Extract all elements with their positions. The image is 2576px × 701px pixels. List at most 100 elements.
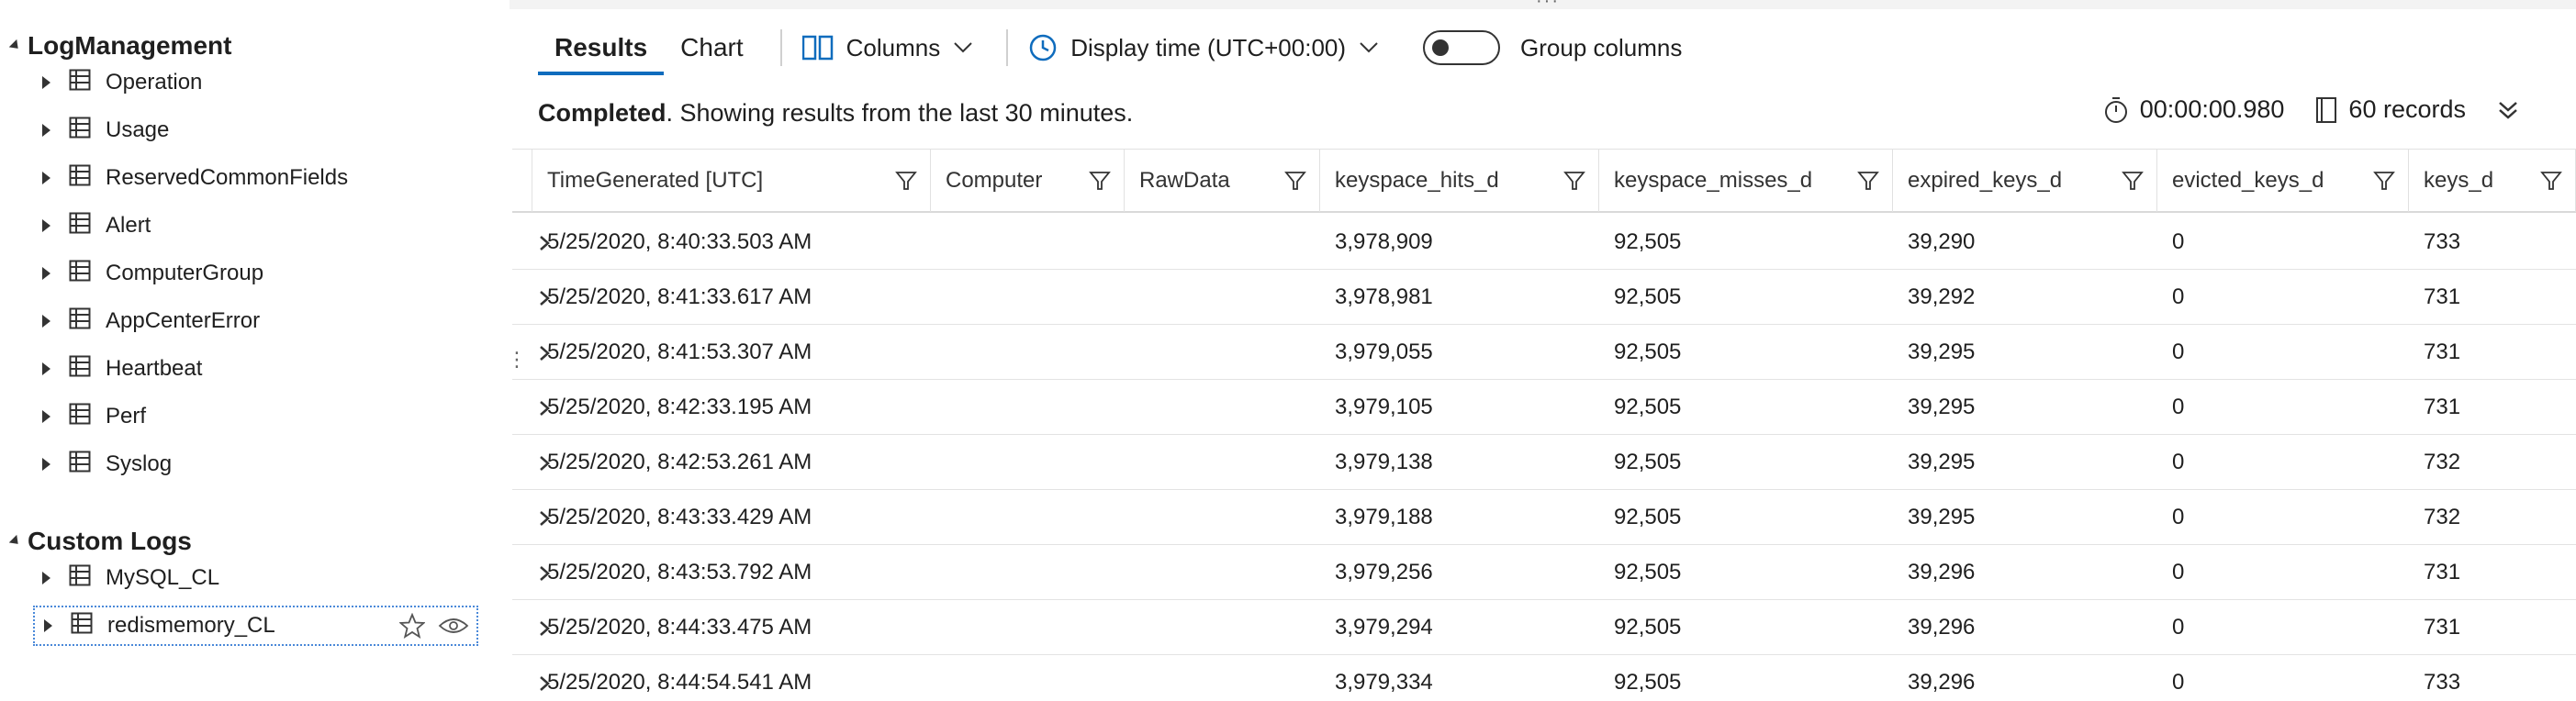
table-row[interactable]: 5/25/2020, 8:41:53.307 AM 3,979,055 92,505…: [512, 325, 2576, 380]
table-row[interactable]: 5/25/2020, 8:42:33.195 AM 3,979,105 92,505…: [512, 380, 2576, 435]
group-header-1[interactable]: Custom Logs: [0, 521, 192, 562]
column-header-label: RawData: [1139, 168, 1230, 193]
columns-button[interactable]: Columns: [801, 33, 987, 62]
table-cell: [1125, 545, 1320, 600]
eye-icon[interactable]: [438, 615, 469, 637]
table-icon: [69, 307, 91, 336]
header-expander-cell: [512, 150, 532, 212]
table-cell: 39,295: [1908, 339, 1976, 364]
tree-item-heartbeat[interactable]: Heartbeat: [33, 349, 478, 389]
filter-icon[interactable]: [895, 170, 917, 198]
table-row[interactable]: 5/25/2020, 8:42:53.261 AM 3,979,138 92,505…: [512, 435, 2576, 490]
table-cell: [1125, 325, 1320, 380]
table-row[interactable]: 5/25/2020, 8:41:33.617 AM 3,978,981 92,505…: [512, 270, 2576, 325]
table-row[interactable]: 5/25/2020, 8:44:54.541 AM 3,979,334 92,505…: [512, 655, 2576, 701]
stopwatch-icon: [2104, 96, 2127, 123]
table-row[interactable]: 5/25/2020, 8:43:53.792 AM 3,979,256 92,505…: [512, 545, 2576, 600]
expand-caret-icon[interactable]: [42, 267, 50, 280]
toggle-knob: [1432, 39, 1450, 56]
table-icon: [69, 212, 91, 240]
table-cell: 731: [2424, 560, 2461, 584]
table-cell: 3,979,256: [1335, 560, 1433, 584]
clock-icon: [1029, 34, 1057, 61]
tree-item-syslog[interactable]: Syslog: [33, 444, 478, 484]
expand-caret-icon[interactable]: [42, 315, 50, 328]
columns-label: Columns: [846, 33, 941, 61]
table-icon: [71, 612, 93, 640]
table-cell: 39,296: [1908, 670, 1976, 695]
expand-caret-icon[interactable]: [42, 76, 50, 89]
tree-item-reservedcommonfields[interactable]: ReservedCommonFields: [33, 158, 478, 198]
column-header-label: keyspace_misses_d: [1614, 168, 1813, 193]
table-cell: 0: [2172, 615, 2185, 640]
table-cell: [931, 655, 1125, 701]
expand-all-button[interactable]: [2497, 99, 2530, 121]
tree-item-usage[interactable]: Usage: [33, 110, 478, 150]
column-header-expired-keys-d[interactable]: expired_keys_d: [1893, 150, 2157, 212]
filter-icon[interactable]: [1089, 170, 1111, 198]
column-header-label: expired_keys_d: [1908, 168, 2063, 193]
group-header-0[interactable]: LogManagement: [0, 26, 231, 66]
column-header-evicted-keys-d[interactable]: evicted_keys_d: [2157, 150, 2409, 212]
tree-item-mysql_cl[interactable]: MySQL_CL: [33, 558, 478, 598]
column-header-label: keys_d: [2424, 168, 2494, 193]
table-row[interactable]: 5/25/2020, 8:44:33.475 AM 3,979,294 92,505…: [512, 600, 2576, 655]
tree-item-label: redismemory_CL: [107, 613, 275, 638]
tree-item-computergroup[interactable]: ComputerGroup: [33, 253, 478, 294]
tree-item-label: Usage: [106, 117, 170, 142]
star-icon[interactable]: [399, 613, 425, 639]
expand-caret-icon[interactable]: [42, 458, 50, 471]
table-cell: 3,979,105: [1335, 395, 1433, 419]
column-header-keyspace-misses-d[interactable]: keyspace_misses_d: [1599, 150, 1893, 212]
collapse-triangle-icon[interactable]: [8, 534, 22, 549]
tree-item-label: Syslog: [106, 451, 173, 476]
expand-caret-icon[interactable]: [42, 410, 50, 423]
expand-caret-icon[interactable]: [42, 172, 50, 184]
tree-item-operation[interactable]: Operation: [33, 62, 478, 103]
column-header-rawdata[interactable]: RawData: [1125, 150, 1320, 212]
tree-item-redismemory_cl[interactable]: redismemory_CL: [33, 606, 478, 646]
table-row[interactable]: 5/25/2020, 8:43:33.429 AM 3,979,188 92,505…: [512, 490, 2576, 545]
table-cell: 0: [2172, 670, 2185, 695]
column-header-keyspace-hits-d[interactable]: keyspace_hits_d: [1320, 150, 1599, 212]
expand-caret-icon[interactable]: [42, 124, 50, 137]
panel-splitter[interactable]: ⋮: [505, 0, 527, 701]
tree-item-perf[interactable]: Perf: [33, 396, 478, 437]
resize-grip-icon[interactable]: ···: [1536, 0, 1560, 12]
table-cell: 39,295: [1908, 450, 1976, 474]
table-cell: 0: [2172, 339, 2185, 364]
filter-icon[interactable]: [2122, 170, 2144, 198]
table-cell: 731: [2424, 615, 2461, 640]
expand-caret-icon[interactable]: [42, 219, 50, 232]
filter-icon[interactable]: [1563, 170, 1585, 198]
group-columns-toggle[interactable]: [1423, 30, 1501, 65]
collapse-triangle-icon[interactable]: [8, 39, 22, 53]
table-cell: [1125, 270, 1320, 325]
table-cell: 5/25/2020, 8:44:54.541 AM: [547, 670, 812, 695]
expand-caret-icon[interactable]: [42, 362, 50, 375]
tab-chart[interactable]: Chart: [664, 20, 759, 75]
table-icon: [69, 164, 91, 193]
tab-results[interactable]: Results: [538, 20, 665, 75]
column-header-label: TimeGenerated [UTC]: [547, 168, 764, 193]
display-time-button[interactable]: Display time (UTC+00:00): [1028, 33, 1392, 62]
filter-icon[interactable]: [1857, 170, 1879, 198]
column-header-computer[interactable]: Computer: [931, 150, 1125, 212]
table-row[interactable]: 5/25/2020, 8:40:33.503 AM 3,978,909 92,505…: [512, 215, 2576, 270]
table-cell: [931, 490, 1125, 545]
expand-caret-icon[interactable]: [44, 619, 52, 632]
filter-icon[interactable]: [1284, 170, 1306, 198]
filter-icon[interactable]: [2540, 170, 2562, 198]
tree-item-label: Operation: [106, 70, 203, 95]
tree-item-appcentererror[interactable]: AppCenterError: [33, 301, 478, 341]
expand-caret-icon[interactable]: [42, 572, 50, 584]
top-resize-bar[interactable]: ···: [510, 0, 2576, 12]
double-chevron-down-icon: [2499, 101, 2517, 119]
status-state: Completed: [538, 99, 666, 127]
column-header-timegenerated-utc-[interactable]: TimeGenerated [UTC]: [532, 150, 931, 212]
table-cell: [1125, 215, 1320, 270]
filter-icon[interactable]: [2373, 170, 2395, 198]
column-header-keys-d[interactable]: keys_d: [2409, 150, 2576, 212]
table-cell: 5/25/2020, 8:43:53.792 AM: [547, 560, 812, 584]
tree-item-alert[interactable]: Alert: [33, 206, 478, 246]
